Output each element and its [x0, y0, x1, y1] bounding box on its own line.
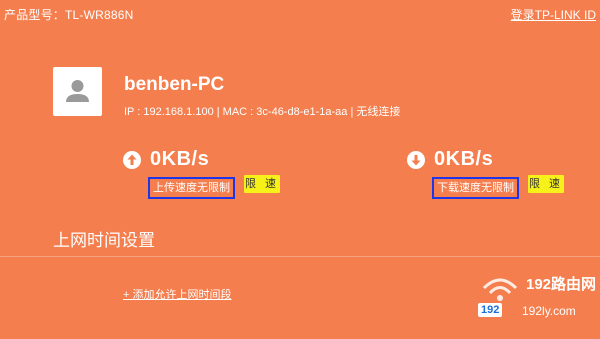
device-info: IP : 192.168.1.100 | MAC : 3c-46-d8-e1-1… [124, 106, 401, 118]
download-status-label: 下载速度无限制 [432, 177, 519, 199]
download-limit-button[interactable]: 限 速 [528, 175, 564, 193]
download-speed-value: 0KB/s [434, 148, 494, 170]
top-bar: 产品型号：TL-WR886N 登录TP-LINK ID [0, 0, 600, 26]
product-model-label: 产品型号：TL-WR886N [4, 8, 134, 22]
download-speed-panel: 0KB/s 下载速度无限制 限 速 [407, 148, 600, 208]
arrow-up-circle-icon [123, 151, 141, 169]
device-card: benben-PC IP : 192.168.1.100 | MAC : 3c-… [53, 67, 573, 127]
avatar [53, 67, 102, 116]
watermark-brand: 192路由网 [526, 276, 597, 293]
upload-speed-panel: 0KB/s 上传速度无限制 限 速 [123, 148, 333, 208]
wifi-icon [482, 278, 518, 301]
login-tplink-id-link[interactable]: 登录TP-LINK ID [511, 6, 596, 23]
section-divider [0, 256, 600, 257]
watermark-domain: 192ly.com [522, 304, 576, 318]
upload-limit-button[interactable]: 限 速 [244, 175, 280, 193]
device-name: benben-PC [124, 74, 225, 95]
upload-status-label: 上传速度无限制 [148, 177, 235, 199]
add-time-slot-link[interactable]: + 添加允许上网时间段 [123, 286, 231, 302]
user-icon [66, 80, 89, 102]
watermark-number: 192 [478, 303, 503, 317]
upload-speed-value: 0KB/s [150, 148, 210, 170]
watermark-logo: 192路由网 192 192ly.com [478, 270, 596, 330]
time-settings-title: 上网时间设置 [53, 231, 155, 250]
arrow-down-circle-icon [407, 151, 425, 169]
